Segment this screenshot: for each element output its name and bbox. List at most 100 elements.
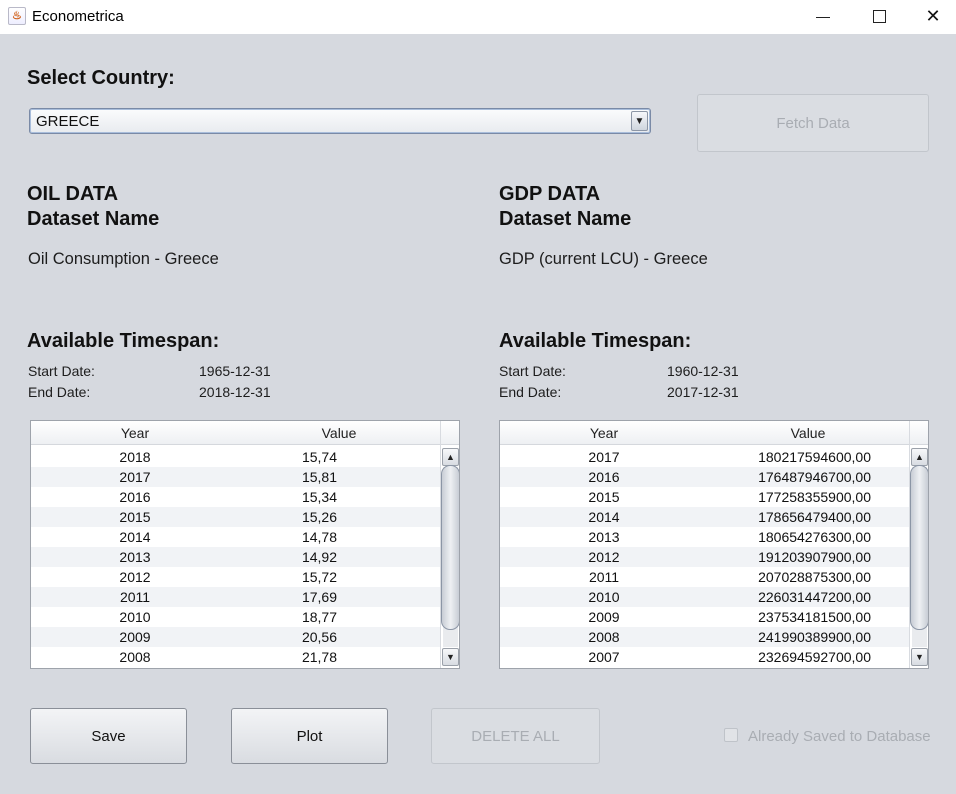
main-panel: Select Country: GREECE ▼ Fetch Data OIL … [0, 34, 956, 794]
scroll-up-arrow-icon[interactable]: ▲ [911, 448, 928, 466]
table-row[interactable]: 2013 14,92 [31, 547, 440, 567]
year-cell: 2010 [119, 609, 151, 625]
oil-start-date-value: 1965-12-31 [199, 363, 271, 379]
table-row[interactable]: 2017 180217594600,00 [500, 447, 909, 467]
gdp-timespan-heading: Available Timespan: [499, 330, 692, 352]
value-cell: 191203907900,00 [758, 549, 871, 565]
table-row[interactable]: 2008 21,78 [31, 647, 440, 667]
maximize-button[interactable] [852, 0, 906, 32]
year-cell: 2008 [588, 629, 620, 645]
close-button[interactable]: ✕ [906, 0, 956, 32]
year-cell: 2011 [119, 589, 151, 605]
table-row[interactable]: 2017 15,81 [31, 467, 440, 487]
table-row[interactable]: 2015 177258355900,00 [500, 487, 909, 507]
gdp-scroll-thumb[interactable] [910, 465, 928, 630]
table-row[interactable]: 2015 15,26 [31, 507, 440, 527]
gdp-data-heading: GDP DATA [499, 183, 601, 205]
value-cell: 15,81 [301, 469, 337, 485]
oil-end-date-value: 2018-12-31 [199, 384, 271, 400]
scroll-down-arrow-icon[interactable]: ▼ [911, 648, 928, 666]
table-row[interactable]: 2011 207028875300,00 [500, 567, 909, 587]
year-cell: 2017 [588, 449, 620, 465]
value-cell: 14,78 [301, 529, 337, 545]
year-cell: 2016 [588, 469, 620, 485]
value-cell: 177258355900,00 [758, 489, 871, 505]
maximize-icon [872, 9, 886, 23]
gdp-table-body: 2017 180217594600,00 2016 176487946700,00 20… [500, 447, 909, 667]
year-cell: 2007 [588, 649, 620, 665]
table-row[interactable]: 2010 18,77 [31, 607, 440, 627]
minimize-button[interactable] [796, 0, 850, 32]
table-row[interactable]: 2016 176487946700,00 [500, 467, 909, 487]
select-country-label: Select Country: [27, 67, 175, 89]
year-cell: 2012 [119, 569, 151, 585]
value-cell: 241990389900,00 [758, 629, 871, 645]
gdp-value-column-header[interactable]: Value [764, 425, 852, 441]
value-cell: 180217594600,00 [758, 449, 871, 465]
table-row[interactable]: 2010 226031447200,00 [500, 587, 909, 607]
gdp-end-date-label: End Date: [499, 384, 562, 400]
gdp-table-scrollbar[interactable]: ▲ ▼ [909, 421, 928, 668]
year-cell: 2017 [119, 469, 151, 485]
oil-table-scrollbar[interactable]: ▲ ▼ [440, 421, 459, 668]
table-row[interactable]: 2008 241990389900,00 [500, 627, 909, 647]
table-row[interactable]: 2009 237534181500,00 [500, 607, 909, 627]
table-row[interactable]: 2007 232694592700,00 [500, 647, 909, 667]
oil-scroll-thumb[interactable] [441, 465, 459, 630]
oil-scroll-corner [441, 421, 459, 445]
table-row[interactable]: 2016 15,34 [31, 487, 440, 507]
table-row[interactable]: 2009 20,56 [31, 627, 440, 647]
value-cell: 17,69 [301, 589, 337, 605]
already-saved-checkbox[interactable] [724, 728, 738, 742]
year-cell: 2013 [588, 529, 620, 545]
table-row[interactable]: 2012 191203907900,00 [500, 547, 909, 567]
scroll-down-arrow-icon[interactable]: ▼ [442, 648, 459, 666]
value-cell: 232694592700,00 [758, 649, 871, 665]
table-row[interactable]: 2014 14,78 [31, 527, 440, 547]
year-cell: 2010 [588, 589, 620, 605]
table-row[interactable]: 2013 180654276300,00 [500, 527, 909, 547]
value-cell: 15,26 [301, 509, 337, 525]
gdp-scroll-corner [910, 421, 928, 445]
table-row[interactable]: 2012 15,72 [31, 567, 440, 587]
save-button[interactable]: Save [30, 708, 187, 764]
gdp-end-date-value: 2017-12-31 [667, 384, 739, 400]
oil-value-column-header[interactable]: Value [295, 425, 383, 441]
year-cell: 2012 [588, 549, 620, 565]
oil-end-date-label: End Date: [28, 384, 91, 400]
country-dropdown[interactable]: GREECE ▼ [29, 108, 651, 134]
plot-button[interactable]: Plot [231, 708, 388, 764]
gdp-data-table[interactable]: Year Value 2017 180217594600,00 2016 176487… [499, 420, 929, 669]
year-cell: 2016 [119, 489, 151, 505]
oil-year-column-header[interactable]: Year [91, 425, 179, 441]
table-row[interactable]: 2014 178656479400,00 [500, 507, 909, 527]
gdp-dataset-name-heading: Dataset Name [499, 208, 632, 230]
table-row[interactable]: 2011 17,69 [31, 587, 440, 607]
oil-start-date-label: Start Date: [28, 363, 95, 379]
oil-data-heading: OIL DATA [27, 183, 119, 205]
delete-all-button[interactable]: DELETE ALL [431, 708, 600, 764]
year-cell: 2009 [588, 609, 620, 625]
dropdown-arrow-icon[interactable]: ▼ [631, 111, 648, 131]
oil-data-table[interactable]: Year Value 2018 15,74 2017 15,81 2016 15,34 20… [30, 420, 460, 669]
already-saved-label: Already Saved to Database [748, 728, 931, 745]
scroll-up-arrow-icon[interactable]: ▲ [442, 448, 459, 466]
value-cell: 237534181500,00 [758, 609, 871, 625]
value-cell: 226031447200,00 [758, 589, 871, 605]
value-cell: 15,72 [301, 569, 337, 585]
fetch-data-button[interactable]: Fetch Data [697, 94, 929, 152]
oil-timespan-heading: Available Timespan: [27, 330, 220, 352]
year-cell: 2011 [588, 569, 620, 585]
value-cell: 180654276300,00 [758, 529, 871, 545]
table-row[interactable]: 2018 15,74 [31, 447, 440, 467]
country-dropdown-value: GREECE [36, 113, 100, 130]
gdp-start-date-label: Start Date: [499, 363, 566, 379]
value-cell: 15,34 [301, 489, 337, 505]
gdp-year-column-header[interactable]: Year [560, 425, 648, 441]
oil-dataset-name: Oil Consumption - Greece [28, 250, 219, 268]
app-icon-glyph: ♨ [12, 10, 22, 22]
oil-table-header: Year Value [31, 421, 440, 445]
gdp-table-header: Year Value [500, 421, 909, 445]
year-cell: 2015 [119, 509, 151, 525]
oil-dataset-name-heading: Dataset Name [27, 208, 160, 230]
